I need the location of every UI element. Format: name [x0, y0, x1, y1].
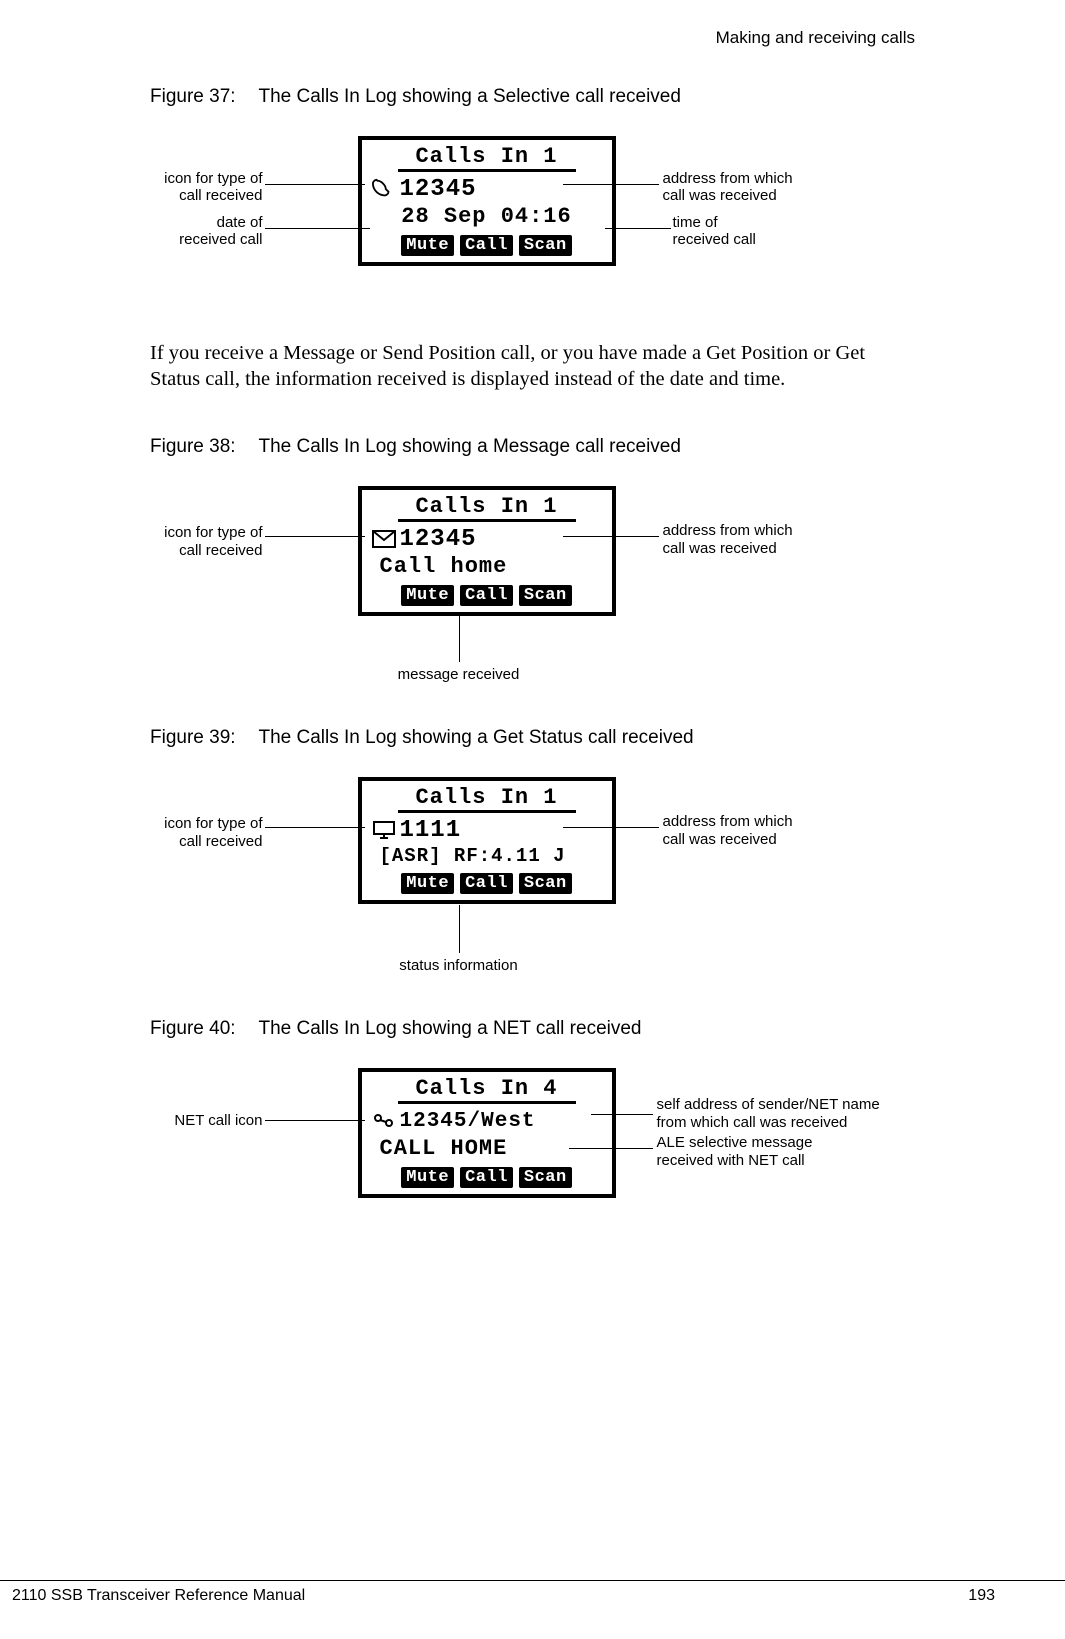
- callout-icon-type: icon for type of call received: [143, 524, 263, 559]
- net-icon: [372, 1112, 400, 1130]
- softkey-scan: Scan: [519, 1167, 572, 1188]
- softkey-mute: Mute: [401, 1167, 454, 1188]
- callout-date: date of received call: [143, 214, 263, 249]
- callout-self-addr: self address of sender/NET name from whi…: [657, 1096, 917, 1131]
- callout-icon-type: icon for type of call received: [143, 815, 263, 850]
- lcd-fig40: Calls In 4 12345/West CALL HOME Mute Cal…: [358, 1068, 616, 1198]
- lcd-address-row: 1111: [362, 815, 612, 845]
- leader-line: [265, 1120, 365, 1121]
- softkey-call: Call: [460, 873, 513, 894]
- phone-icon: [372, 178, 400, 200]
- page-footer: 2110 SSB Transceiver Reference Manual 19…: [0, 1580, 1065, 1605]
- lcd-title: Calls In 1: [398, 140, 576, 172]
- running-header: Making and receiving calls: [60, 28, 1005, 48]
- leader-line: [265, 827, 365, 828]
- lcd-softkeys: Mute Call Scan: [362, 583, 612, 612]
- lcd-address-row: 12345: [362, 174, 612, 204]
- softkey-mute: Mute: [401, 235, 454, 256]
- leader-line: [459, 614, 460, 662]
- figure37: Calls In 1 12345 28 Sep 04:16 Mute Call …: [143, 136, 923, 306]
- softkey-scan: Scan: [519, 235, 572, 256]
- lcd-softkeys: Mute Call Scan: [362, 871, 612, 900]
- lcd-message: Call home: [362, 554, 612, 583]
- figure40-title: The Calls In Log showing a NET call rece…: [258, 1018, 641, 1039]
- lcd-softkeys: Mute Call Scan: [362, 1165, 612, 1194]
- leader-line: [569, 1148, 653, 1149]
- leader-line: [563, 184, 659, 185]
- figure38-caption: Figure 38: The Calls In Log showing a Me…: [150, 436, 1005, 458]
- leader-line: [563, 536, 659, 537]
- figure37-number: Figure 37:: [150, 86, 236, 107]
- footer-page-number: 193: [968, 1587, 995, 1605]
- lcd-address-row: 12345: [362, 524, 612, 554]
- figure37-title: The Calls In Log showing a Selective cal…: [258, 86, 680, 107]
- figure40: Calls In 4 12345/West CALL HOME Mute Cal…: [143, 1068, 923, 1238]
- lcd-message: CALL HOME: [362, 1136, 612, 1165]
- figure39-number: Figure 39:: [150, 727, 236, 748]
- lcd-fig39: Calls In 1 1111 [ASR] RF:4.11 J Mute Cal…: [358, 777, 616, 904]
- softkey-scan: Scan: [519, 585, 572, 606]
- figure39-title: The Calls In Log showing a Get Status ca…: [258, 727, 693, 748]
- callout-message-received: message received: [379, 666, 539, 683]
- softkey-mute: Mute: [401, 873, 454, 894]
- callout-address-from: address from which call was received: [663, 522, 843, 557]
- lcd-fig38: Calls In 1 12345 Call home Mute Call Sca…: [358, 486, 616, 616]
- figure40-number: Figure 40:: [150, 1018, 236, 1039]
- leader-line: [265, 184, 365, 185]
- body-paragraph: If you receive a Message or Send Positio…: [150, 340, 920, 392]
- softkey-call: Call: [460, 1167, 513, 1188]
- callout-time: time of received call: [673, 214, 833, 249]
- softkey-call: Call: [460, 585, 513, 606]
- monitor-icon: [372, 820, 400, 840]
- softkey-mute: Mute: [401, 585, 454, 606]
- lcd-address-row: 12345/West: [362, 1106, 612, 1136]
- lcd-status: [ASR] RF:4.11 J: [362, 845, 612, 871]
- lcd-softkeys: Mute Call Scan: [362, 233, 612, 262]
- figure40-caption: Figure 40: The Calls In Log showing a NE…: [150, 1018, 1005, 1040]
- lcd-fig37: Calls In 1 12345 28 Sep 04:16 Mute Call …: [358, 136, 616, 266]
- lcd-address: 1111: [400, 817, 462, 844]
- leader-line: [605, 228, 671, 229]
- lcd-title: Calls In 1: [398, 490, 576, 522]
- figure39: Calls In 1 1111 [ASR] RF:4.11 J Mute Cal…: [143, 777, 923, 992]
- lcd-address: 12345/West: [400, 1110, 536, 1133]
- lcd-datetime: 28 Sep 04:16: [362, 204, 612, 233]
- leader-line: [265, 228, 370, 229]
- figure38: Calls In 1 12345 Call home Mute Call Sca…: [143, 486, 923, 701]
- softkey-call: Call: [460, 235, 513, 256]
- figure38-title: The Calls In Log showing a Message call …: [258, 436, 680, 457]
- lcd-address: 12345: [400, 526, 477, 553]
- callout-status-info: status information: [379, 957, 539, 974]
- figure39-caption: Figure 39: The Calls In Log showing a Ge…: [150, 727, 1005, 749]
- softkey-scan: Scan: [519, 873, 572, 894]
- lcd-address: 12345: [400, 176, 477, 203]
- leader-line: [265, 536, 365, 537]
- leader-line: [563, 827, 659, 828]
- lcd-title: Calls In 4: [398, 1072, 576, 1104]
- document-page: Making and receiving calls Figure 37: Th…: [0, 0, 1065, 1639]
- callout-address-from: address from which call was received: [663, 170, 843, 205]
- callout-ale-msg: ALE selective message received with NET …: [657, 1134, 897, 1169]
- leader-line: [459, 905, 460, 953]
- footer-manual-title: 2110 SSB Transceiver Reference Manual: [12, 1587, 305, 1605]
- figure38-number: Figure 38:: [150, 436, 236, 457]
- lcd-title: Calls In 1: [398, 781, 576, 813]
- callout-net-icon: NET call icon: [143, 1112, 263, 1129]
- envelope-icon: [372, 530, 400, 548]
- callout-icon-type: icon for type of call received: [143, 170, 263, 205]
- leader-line: [591, 1114, 653, 1115]
- figure37-caption: Figure 37: The Calls In Log showing a Se…: [150, 86, 1005, 108]
- callout-address-from: address from which call was received: [663, 813, 843, 848]
